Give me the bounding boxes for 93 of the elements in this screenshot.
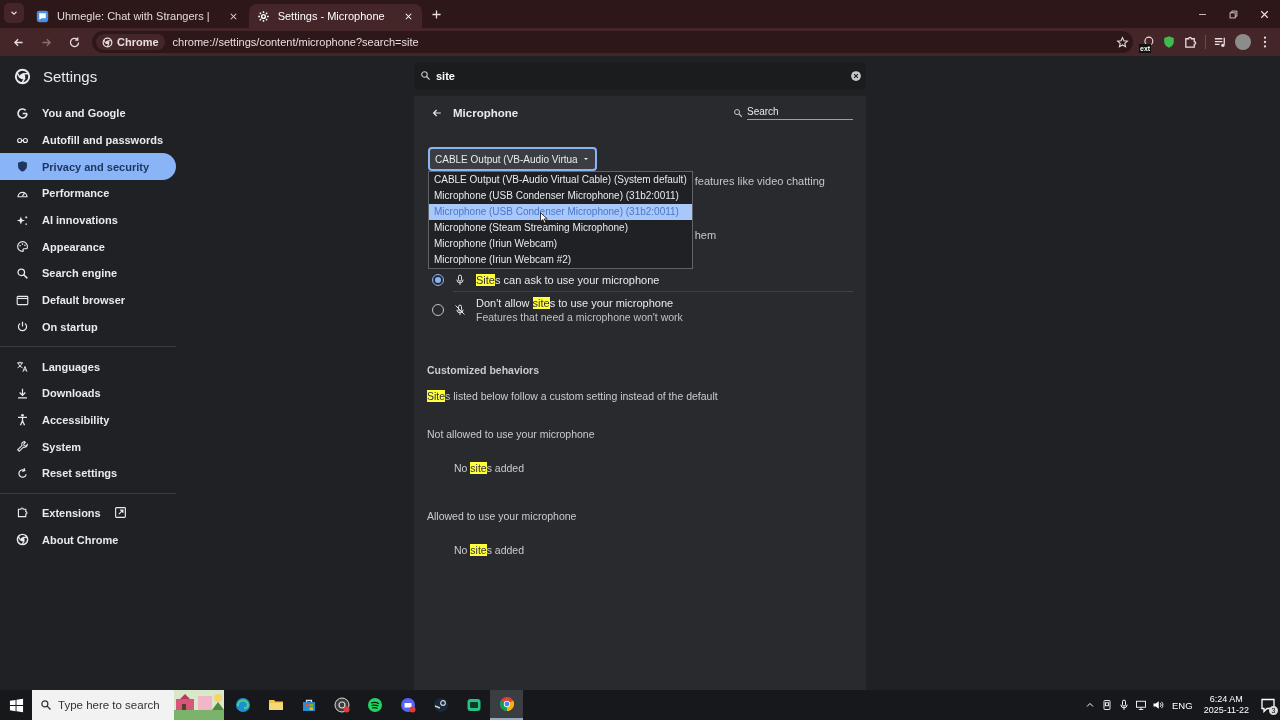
reset-icon [16,466,29,480]
list-title: Allowed to use your microphone [427,510,578,522]
search-field[interactable]: Search [747,106,853,120]
mic-icon[interactable] [1118,699,1131,711]
browser-tab[interactable]: Uhmegle: Chat with Strangers | [28,4,247,28]
device-dropdown[interactable]: CABLE Output (VB-Audio Virtua [428,147,597,171]
phone-icon[interactable] [1101,699,1114,711]
sidebar-item[interactable]: Reset settings [0,459,176,487]
person-icon [16,413,29,427]
dropdown-option[interactable]: CABLE Output (VB-Audio Virtual Cable) (System default) [429,172,692,188]
window-icon [16,293,29,307]
list-title: Not allowed to use your microphone [427,428,596,440]
radio-description: Features that need a microphone won't work [476,311,683,323]
back-icon[interactable] [431,107,443,119]
sidebar-item[interactable]: Search engine [0,260,176,287]
url-text: chrome://settings/content/microphone?search=site [172,36,420,48]
new-tab-icon[interactable] [429,7,443,21]
sidebar-item[interactable]: Extensions [0,499,176,527]
browser-logo-icon [102,36,113,48]
mic-off-icon [454,304,466,316]
sidebar-item[interactable]: You and Google [0,100,176,127]
radio-label: Don't allow sites to use your microphone [476,297,675,309]
sidebar-item[interactable]: About Chrome [0,526,176,553]
music-app-icon [366,697,383,713]
sparkle-icon [16,213,29,227]
browser-logo-icon [16,533,29,547]
empty-list-text: No sites added [454,462,526,474]
palette-icon [16,240,29,254]
folder-icon [267,697,284,713]
sidebar-item[interactable]: Privacy and security [0,153,176,181]
g-logo-icon [16,106,29,120]
browser-icon [234,697,251,713]
star-icon[interactable] [1116,35,1129,49]
search-field[interactable]: site [414,62,866,90]
search-icon [40,699,52,711]
reload-icon[interactable] [67,35,81,49]
clock[interactable]: 6:24 AM 2025-11-22 [1197,694,1255,716]
gear-icon [256,9,270,23]
dropdown-option[interactable]: Microphone (Iriun Webcam #2) [429,252,692,268]
taskbar-app[interactable] [490,690,523,720]
power-icon [16,320,29,334]
restore-icon[interactable] [1228,8,1239,20]
dropdown-option[interactable]: Microphone (Iriun Webcam) [429,236,692,252]
sidebar-item[interactable]: On startup [0,313,176,341]
chat-bubble-icon [36,9,49,23]
avatar[interactable] [1235,34,1251,50]
clear-icon[interactable] [850,70,862,82]
settings-title: Settings [43,67,98,85]
browser-tab[interactable]: Settings - Microphone [248,4,422,28]
sidebar-item[interactable]: Downloads [0,379,176,407]
tab-search-button[interactable] [4,3,24,23]
search-icon [16,266,29,280]
sidebar-item[interactable]: Appearance [0,233,176,261]
empty-list-text: No sites added [454,544,526,556]
shield-icon [16,160,29,174]
search-field[interactable]: Type here to search [32,690,174,720]
game-app-icon [432,697,449,713]
puzzle-icon[interactable] [1183,34,1198,50]
translate-icon [16,360,29,374]
sidebar-item[interactable]: System [0,433,176,460]
network-icon[interactable] [1135,699,1148,711]
bag-icon [300,697,317,713]
sidebar-item[interactable]: Autofill and passwords [0,126,176,154]
site-chip[interactable]: Chrome [96,34,165,50]
sidebar-item[interactable]: AI innovations [0,206,176,234]
search-icon [420,70,431,81]
description-text: features like video chatting [694,175,825,187]
sidebar-item[interactable]: Languages [0,353,176,380]
puzzle-icon [16,506,29,520]
section-heading: Customized behaviors [427,364,541,376]
notification-icon [1260,697,1276,713]
sidebar-item[interactable]: Default browser [0,286,176,314]
download-icon [16,386,29,400]
language-indicator[interactable]: ENG [1169,699,1193,711]
dropdown-option[interactable]: Microphone (USB Condenser Microphone) (31b2:0011) [429,188,692,204]
external-link-icon [113,506,127,520]
mic-icon [454,274,466,286]
speaker-icon[interactable] [1152,699,1165,711]
address-bar[interactable]: Chrome chrome://settings/content/microphone?search=site [92,31,1133,53]
sidebar-item[interactable]: Performance [0,180,176,207]
app-icon [465,697,482,713]
wrench-icon [16,440,29,454]
chat-app-icon [399,697,416,713]
disc-icon [333,697,350,713]
browser-logo-icon [498,696,515,712]
search-icon [733,108,743,118]
sidebar-item[interactable]: Accessibility [0,406,176,434]
description-text: hem [694,229,718,241]
shield-icon[interactable] [1162,35,1176,49]
start-icon[interactable] [8,697,24,713]
dropdown-option[interactable]: Microphone (Steam Streaming Microphone) [429,220,692,236]
page-title: Microphone [453,107,520,119]
browser-logo-icon [14,67,31,85]
